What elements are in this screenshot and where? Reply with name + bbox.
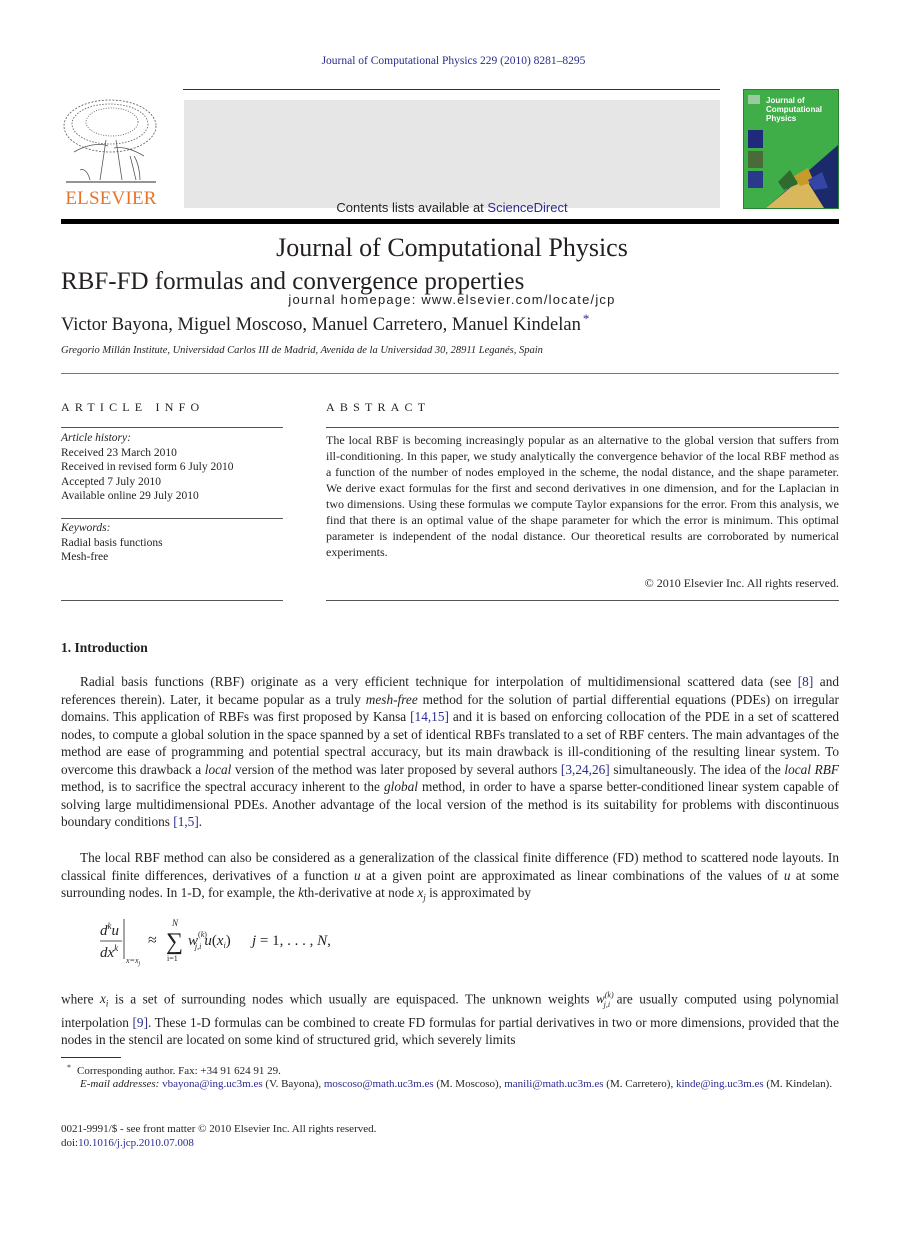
front-matter: 0021-9991/$ - see front matter © 2010 El… (61, 1123, 377, 1135)
email-owner: (M. Kindelan). (766, 1078, 833, 1090)
eq-range: j = 1, . . . , N, (250, 933, 331, 949)
email-link[interactable]: kinde@ing.uc3m.es (676, 1078, 764, 1090)
equation-fd-derivative: dku dxk x=xj ≈ ∑ N i=1 w(k) j,i u(xi) j = … (100, 915, 500, 970)
journal-name: Journal of Computational Physics (276, 233, 628, 262)
elsevier-wordmark: ELSEVIER (65, 188, 157, 209)
history-received: Received 23 March 2010 (61, 446, 177, 459)
abstract-bottom-rule (326, 600, 839, 601)
emphasis: u (783, 867, 791, 883)
eq-sum-upper: N (171, 918, 179, 928)
article-history: Article history: Received 23 March 2010 … (61, 431, 283, 504)
journal-banner: Contents lists available at ScienceDirec… (184, 100, 720, 307)
eq-eval-at: x=xj (125, 956, 141, 967)
abstract-rule (326, 427, 839, 428)
eq-weight-term: w(k) j,i u(xi) (188, 930, 231, 951)
keywords-rule (61, 518, 283, 519)
article-info-rule (61, 427, 283, 428)
emphasis: k (298, 885, 304, 900)
emphasis: mesh-free (365, 691, 418, 707)
math-variable: xj (417, 885, 426, 903)
email-link[interactable]: moscoso@math.uc3m.es (324, 1078, 434, 1090)
corresponding-author-note: Corresponding author. Fax: +34 91 624 91… (77, 1065, 281, 1077)
keyword-item: Radial basis functions (61, 536, 163, 549)
eq-sum-sign: ∑ (166, 929, 183, 955)
eq-sum-lower: i=1 (167, 954, 178, 963)
doi-line: doi:10.1016/j.jcp.2010.07.008 (61, 1136, 839, 1151)
article-title: RBF-FD formulas and convergence properti… (61, 268, 525, 295)
corresponding-author-mark[interactable]: * (583, 311, 590, 326)
article-history-label: Article history: (61, 432, 131, 444)
emphasis: local RBF (784, 761, 840, 777)
doi-link[interactable]: 10.1016/j.jcp.2010.07.008 (78, 1137, 194, 1149)
footnote-emails: E-mail addresses: vbayona@ing.uc3m.es (V… (80, 1078, 833, 1090)
contents-line: Contents lists available at ScienceDirec… (184, 200, 720, 215)
email-owner: (M. Moscoso) (436, 1078, 499, 1090)
footnote-star: * (67, 1063, 71, 1072)
reference-link[interactable]: [8] (798, 674, 814, 689)
math-variable: xi (99, 991, 109, 1010)
doi-label: doi: (61, 1137, 79, 1149)
footnote-corresponding: * Corresponding author. Fax: +34 91 624 9… (61, 1061, 839, 1079)
keywords-label: Keywords: (61, 522, 111, 534)
reference-link[interactable]: [3,24,26] (561, 762, 610, 777)
affiliation-rule (61, 373, 839, 374)
emphasis: u (353, 867, 361, 883)
intro-paragraph-3: where xi is a set of surrounding nodes w… (61, 991, 839, 1048)
reference-link[interactable]: [9] (133, 1015, 149, 1030)
email-link[interactable]: vbayona@ing.uc3m.es (162, 1078, 263, 1090)
footnote-rule (61, 1057, 121, 1058)
author-list: Victor Bayona, Miguel Moscoso, Manuel Ca… (61, 311, 589, 336)
history-accepted: Accepted 7 July 2010 (61, 475, 161, 488)
reference-link[interactable]: [1,5] (173, 814, 198, 829)
abstract-text: The local RBF is becoming increasingly p… (326, 433, 839, 559)
affiliation: Gregorio Millán Institute, Universidad C… (61, 345, 543, 356)
equation-graphic: dku dxk x=xj ≈ ∑ N i=1 w(k) j,i u(xi) j = … (100, 918, 331, 967)
elsevier-logo[interactable]: ELSEVIER (60, 96, 162, 210)
journal-citation[interactable]: Journal of Computational Physics 229 (20… (0, 55, 907, 67)
keywords: Keywords: Radial basis functions Mesh-fr… (61, 521, 283, 565)
keyword-item: Mesh-free (61, 551, 109, 563)
header-thick-rule (61, 219, 839, 224)
abstract-heading: ABSTRACT (326, 400, 431, 414)
weight-symbol: w(k)j,i (595, 991, 614, 1010)
email-owner: (M. Carretero) (606, 1078, 671, 1090)
authors-text: Victor Bayona, Miguel Moscoso, Manuel Ca… (61, 315, 581, 335)
eq-denominator: dxk (100, 943, 119, 961)
emphasis: global (384, 779, 418, 794)
intro-paragraph-2: The local RBF method can also be conside… (61, 850, 840, 903)
sciencedirect-link[interactable]: ScienceDirect (487, 200, 567, 215)
journal-cover-thumbnail[interactable]: Journal of Computational Physics (743, 89, 839, 209)
eq-approx: ≈ (148, 932, 157, 949)
cover-artwork-icon (748, 95, 838, 208)
history-revised: Received in revised form 6 July 2010 (61, 461, 234, 473)
article-info-heading: ARTICLE INFO (61, 400, 205, 414)
email-link[interactable]: manili@math.uc3m.es (504, 1078, 603, 1090)
email-owner: (V. Bayona) (265, 1078, 319, 1090)
email-label: E-mail addresses: (80, 1078, 160, 1090)
contents-prefix: Contents lists available at (336, 200, 488, 215)
elsevier-tree-icon (63, 99, 157, 183)
eq-numerator: dku (100, 921, 119, 939)
emphasis: local (204, 761, 232, 777)
history-online: Available online 29 July 2010 (61, 490, 199, 502)
header-rule (183, 89, 720, 90)
section-heading-introduction: 1. Introduction (61, 640, 148, 655)
abstract-copyright: © 2010 Elsevier Inc. All rights reserved… (644, 576, 839, 590)
intro-paragraph-1: Radial basis functions (RBF) originate a… (61, 674, 840, 829)
article-info-bottom-rule (61, 600, 283, 601)
reference-link[interactable]: [14,15] (410, 709, 449, 724)
